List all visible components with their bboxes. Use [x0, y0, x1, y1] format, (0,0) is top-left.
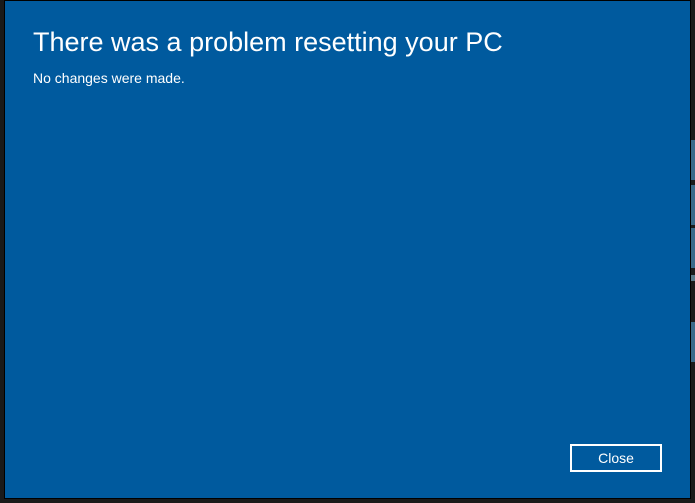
edge-artifact: [691, 322, 695, 362]
edge-artifact: [691, 140, 695, 180]
spacer: [33, 86, 662, 444]
edge-artifact: [691, 275, 695, 281]
error-dialog: There was a problem resetting your PC No…: [4, 0, 691, 499]
dialog-title: There was a problem resetting your PC: [33, 25, 662, 60]
dialog-content: There was a problem resetting your PC No…: [5, 1, 690, 498]
close-button[interactable]: Close: [570, 444, 662, 472]
edge-artifact: [691, 228, 695, 268]
dialog-message: No changes were made.: [33, 70, 662, 86]
edge-artifact: [691, 185, 695, 225]
button-row: Close: [33, 444, 662, 478]
